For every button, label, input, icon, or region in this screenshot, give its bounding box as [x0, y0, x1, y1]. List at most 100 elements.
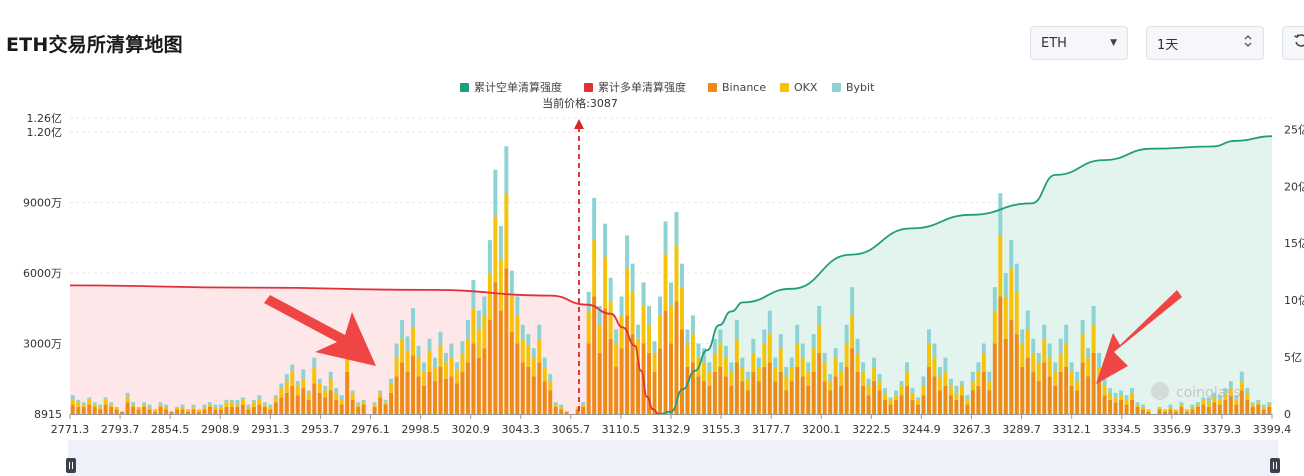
bar-okx	[850, 315, 855, 349]
bar-binance	[1053, 385, 1058, 414]
bar-binance	[1102, 395, 1107, 414]
bar-binance	[701, 381, 706, 414]
bar-okx	[427, 350, 432, 372]
bar-bybit	[98, 404, 103, 407]
bar-binance	[1064, 367, 1069, 414]
bar-binance	[339, 404, 344, 414]
bar-bybit	[1119, 390, 1124, 396]
bar-okx	[1102, 385, 1107, 396]
bar-bybit	[603, 223, 608, 257]
bar-binance	[136, 409, 141, 414]
bar-bybit	[811, 334, 816, 349]
bar-okx	[778, 348, 783, 372]
bar-bybit	[515, 296, 520, 316]
bar-bybit	[229, 399, 234, 403]
x-tick-label: 2953.7	[301, 423, 340, 436]
bar-binance	[712, 371, 717, 414]
bar-bybit	[125, 392, 130, 398]
bar-bybit	[877, 374, 882, 382]
x-tick-label: 3267.3	[952, 423, 991, 436]
bar-okx	[663, 254, 668, 311]
bar-binance	[383, 404, 388, 414]
bar-okx	[509, 294, 514, 332]
bar-bybit	[328, 371, 333, 379]
bar-binance	[416, 376, 421, 414]
bar-okx	[443, 362, 448, 379]
bar-binance	[1119, 399, 1124, 414]
bar-bybit	[729, 362, 734, 372]
bar-binance	[334, 399, 339, 414]
bar-okx	[1135, 404, 1140, 407]
bar-bybit	[284, 374, 289, 382]
bar-bybit	[142, 402, 147, 405]
bar-okx	[81, 404, 86, 407]
bar-okx	[306, 392, 311, 400]
bar-binance	[559, 409, 564, 414]
bar-binance	[553, 406, 558, 414]
bar-binance	[1020, 367, 1025, 414]
bar-binance	[1234, 404, 1239, 414]
bar-okx	[180, 406, 185, 410]
bar-bybit	[454, 362, 459, 370]
bar-bybit	[861, 362, 866, 372]
bar-okx	[652, 352, 657, 372]
bar-binance	[427, 371, 432, 414]
bar-okx	[899, 385, 904, 396]
bar-okx	[207, 404, 212, 407]
bar-okx	[1124, 399, 1129, 405]
bar-binance	[932, 376, 937, 414]
bar-binance	[767, 362, 772, 414]
bar-okx	[669, 305, 673, 344]
legend-label: Bybit	[846, 81, 875, 94]
bar-okx	[240, 399, 245, 405]
range-handle-left[interactable]	[66, 458, 76, 473]
bar-bybit	[1009, 240, 1014, 269]
bar-okx	[630, 291, 635, 335]
bar-okx	[998, 235, 1003, 297]
bar-okx	[339, 399, 344, 405]
bar-bybit	[1141, 404, 1145, 407]
bar-bybit	[866, 378, 871, 386]
current-price-arrow-icon	[574, 119, 584, 129]
bar-bybit	[1014, 263, 1019, 292]
bar-bybit	[301, 369, 306, 379]
bar-bybit	[103, 397, 108, 400]
bar-bybit	[712, 338, 717, 353]
bar-binance	[493, 282, 498, 414]
bar-bybit	[164, 404, 169, 407]
bar-bybit	[707, 362, 712, 372]
y-left-tick-label: 1.26亿	[27, 112, 63, 125]
bar-binance	[465, 362, 470, 414]
bar-binance	[246, 409, 251, 414]
bar-binance	[262, 406, 267, 414]
bar-bybit	[1179, 402, 1184, 405]
bar-bybit	[636, 324, 641, 339]
bar-binance	[1130, 399, 1135, 414]
bar-bybit	[740, 357, 745, 368]
bar-okx	[1020, 343, 1025, 368]
bar-binance	[1163, 411, 1167, 414]
bar-okx	[685, 343, 690, 368]
bar-binance	[998, 296, 1003, 414]
bar-binance	[312, 383, 317, 414]
bar-binance	[229, 406, 234, 414]
range-scrollbar[interactable]	[68, 440, 1278, 476]
bar-binance	[1042, 362, 1047, 414]
bar-bybit	[806, 362, 811, 372]
bar-binance	[1124, 404, 1129, 414]
bar-binance	[965, 404, 970, 414]
bar-okx	[597, 324, 602, 353]
bar-binance	[800, 376, 805, 414]
bar-okx	[992, 310, 997, 344]
bar-okx	[262, 404, 267, 407]
bar-okx	[608, 301, 613, 339]
bar-binance	[723, 376, 728, 414]
bar-okx	[1206, 402, 1211, 407]
bar-binance	[1184, 411, 1189, 414]
bar-bybit	[449, 343, 454, 358]
range-handle-right[interactable]	[1270, 458, 1280, 473]
bar-binance	[131, 406, 136, 414]
bar-okx	[323, 390, 328, 398]
bar-okx	[970, 381, 975, 391]
bar-binance	[669, 343, 673, 414]
